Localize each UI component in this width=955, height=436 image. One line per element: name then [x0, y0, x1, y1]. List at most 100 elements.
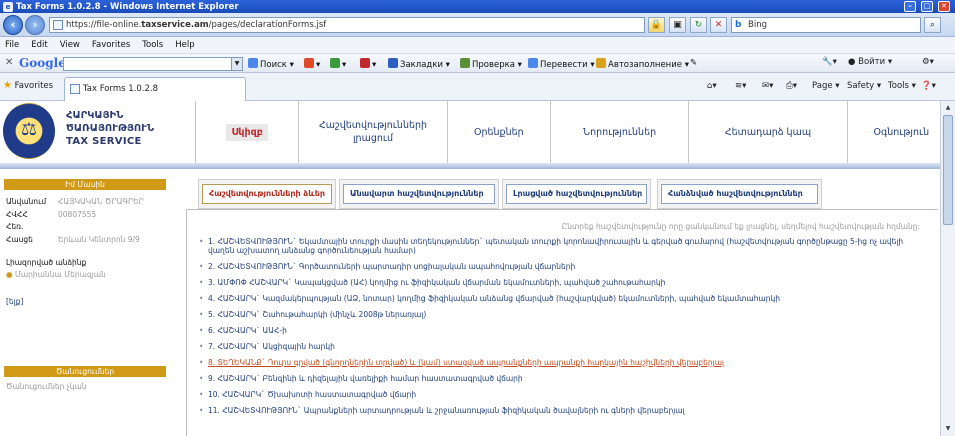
report-form-link[interactable]: 11. ՀԱՇՎԵՏՎՈՒԹՅՈՒՆ` Ապրանքների արտադրութ… — [199, 406, 924, 415]
translate-icon — [528, 58, 538, 68]
search-placeholder: Bing — [748, 20, 767, 30]
stop-icon[interactable]: ✕ — [710, 17, 727, 33]
help-icon[interactable]: ❓▾ — [921, 81, 936, 91]
bookmarks-button[interactable]: Закладки ▾ — [388, 58, 450, 70]
logo-text: ՀԱՐԿԱՅԻՆ ԾԱՌԱՅՈՒԹՅՈՒՆ TAX SERVICE — [66, 109, 154, 148]
nav-home[interactable]: Սկիզբ — [195, 101, 298, 163]
report-form-link[interactable]: 4. ՀԱՇՎԱՐԿ` Կազմակերպության (ԱՁ, նոտար) … — [199, 294, 924, 303]
favorites-button[interactable]: ★ Favorites — [3, 80, 53, 91]
scroll-thumb[interactable] — [943, 115, 953, 225]
menu-tools[interactable]: Tools — [142, 40, 163, 50]
scroll-down-icon[interactable]: ▼ — [943, 424, 953, 434]
close-window-button[interactable]: ✕ — [938, 1, 950, 12]
report-form-link[interactable]: 6. ՀԱՇՎԱՐԿ` ԱԱՀ-ի — [199, 326, 924, 335]
ie-icon: e — [3, 1, 13, 12]
report-form-link-hovered[interactable]: 8. ՏԵՂԵԿԱՆՔ` Դուրս գրված (գնորդներին տրվ… — [199, 358, 924, 367]
menu-file[interactable]: File — [5, 40, 19, 50]
authorized-person-item[interactable]: ● Մարիաննա Մերազյան — [6, 270, 106, 279]
plus-icon — [330, 58, 340, 68]
field-address: Հասցե Երևան Կենտրոն 9/9 — [6, 235, 140, 244]
print-icon[interactable]: ⎙▾ — [786, 81, 797, 91]
nav-news[interactable]: Նորություններ — [549, 101, 688, 163]
scales-icon: ⚖ — [20, 119, 38, 140]
safety-menu-label: Safety — [847, 81, 875, 91]
bookmarks-label: Закладки — [400, 60, 443, 70]
nav-home-label: Սկիզբ — [226, 123, 268, 141]
report-form-link[interactable]: 10. ՀԱՇՎԱՐԿ` Ծխախոտի հաստատագրված վճարի — [199, 390, 924, 399]
nav-fill-reports[interactable]: Հաշվետվությունների լրացում — [298, 101, 446, 163]
report-form-link[interactable]: 2. ՀԱՇՎԵՏՎՈՒԹՅՈՒՆ` Գործատուների պարտադիր… — [199, 262, 924, 271]
back-button[interactable]: ‹ — [3, 15, 23, 35]
nav-laws[interactable]: Օրենքներ — [446, 101, 550, 163]
spellcheck-button[interactable]: Проверка ▾ — [460, 58, 522, 70]
scroll-up-icon[interactable]: ▲ — [943, 103, 953, 113]
page-menu-label: Page — [812, 81, 833, 91]
signin-button[interactable]: ● Войти ▾ — [848, 57, 892, 67]
chevron-down-icon[interactable]: ▼ — [231, 58, 242, 70]
report-form-link[interactable]: 5. ՀԱՇՎԱՐԿ` Շահութահարկի (մինչև 2008թ նե… — [199, 310, 924, 319]
tab-incomplete-reports[interactable]: Անավարտ հաշվետվություններ — [339, 179, 499, 209]
minimize-button[interactable]: – — [904, 1, 916, 12]
tab-submitted-reports[interactable]: Հանձնված հաշվետվություններ — [657, 179, 822, 209]
compat-view-icon[interactable]: ▣ — [669, 17, 686, 33]
report-form-link[interactable]: 1. ՀԱՇՎԵՏՎՈՒԹՅՈՒՆ` Եկամտային տուրքի մասի… — [199, 237, 924, 255]
field-phone: Հեռ. — [6, 222, 58, 231]
translate-button[interactable]: Перевести ▾ — [528, 58, 595, 70]
menu-favorites[interactable]: Favorites — [92, 40, 130, 50]
report-form-link[interactable]: 7. ՀԱՇՎԱՐԿ` Ակցիզային հարկի — [199, 342, 924, 351]
favorites-star-icon: ★ — [3, 80, 12, 91]
search-icon[interactable]: ⌕ — [924, 17, 941, 33]
tools-menu-label: Tools — [888, 81, 909, 91]
instruction-text: Ընտրեք հաշվետվությունը որը ցանկանում եք … — [561, 222, 920, 231]
home-icon[interactable]: ⌂▾ — [707, 81, 717, 91]
toolbar-share-icon[interactable]: ▾ — [304, 58, 320, 70]
report-form-list: 1. ՀԱՇՎԵՏՎՈՒԹՅՈՒՆ` Եկամտային տուրքի մասի… — [199, 237, 924, 422]
report-form-link[interactable]: 9. ՀԱՇՎԱՐԿ` Բենզինի և դիզելային վառելիքի… — [199, 374, 924, 383]
search-input[interactable]: b Bing — [731, 17, 921, 33]
logo-line3: TAX SERVICE — [66, 136, 142, 147]
maximize-button[interactable]: □ — [921, 1, 933, 12]
field-name-value: ՀԱՅԿԱԿԱՆ ԾՐԱԳՐԵՐ — [58, 197, 144, 206]
feeds-icon[interactable]: ≋▾ — [735, 81, 746, 91]
star-icon — [388, 58, 398, 68]
pencil-icon[interactable]: ✎ — [690, 58, 697, 68]
menu-help[interactable]: Help — [175, 40, 194, 50]
safety-menu[interactable]: Safety ▾ — [847, 81, 881, 91]
nav-help[interactable]: Օգնություն — [846, 101, 955, 163]
toolbar-plus-icon[interactable]: ▾ — [330, 58, 346, 70]
tools-menu[interactable]: Tools ▾ — [888, 81, 916, 91]
tab-page-icon — [70, 84, 80, 94]
toolbar-popup-icon[interactable]: ▾ — [360, 58, 376, 70]
close-toolbar-icon[interactable]: ✕ — [5, 57, 13, 68]
tab-filled-reports[interactable]: Լրացված հաշվետվություններ — [502, 179, 651, 209]
menu-view[interactable]: View — [60, 40, 80, 50]
autofill-button[interactable]: Автозаполнение ▾ — [596, 58, 689, 70]
menu-edit[interactable]: Edit — [31, 40, 47, 50]
google-search-button[interactable]: Поиск ▾ — [248, 58, 294, 70]
google-logo: Google — [19, 56, 66, 70]
search-icon — [248, 58, 258, 68]
logout-link[interactable]: [ելք] — [6, 297, 23, 306]
google-search-input[interactable]: ▼ — [63, 57, 243, 71]
report-form-link[interactable]: 3. ԱՄՓՈՓ ՀԱՇՎԱՐԿ` Կապակցված (ԱՀ) կողմից … — [199, 278, 924, 287]
wrench-icon[interactable]: 🔧▾ — [822, 57, 837, 67]
refresh-icon[interactable]: ↻ — [690, 17, 707, 33]
autofill-icon — [596, 58, 606, 68]
page-menu[interactable]: Page ▾ — [812, 81, 840, 91]
tab-report-forms[interactable]: Հաշվետվությունների ձևեր — [198, 179, 336, 209]
nav-news-label: Նորություններ — [583, 126, 657, 138]
google-search-label: Поиск — [260, 60, 287, 70]
messages-panel-title: Ծանուցումներ — [4, 366, 166, 377]
forward-button[interactable]: › — [25, 15, 45, 35]
vertical-scrollbar[interactable]: ▲ ▼ — [940, 101, 955, 436]
bing-icon: b — [735, 20, 742, 30]
lock-icon[interactable]: 🔒 — [648, 17, 665, 33]
url-input[interactable]: https://file-online.taxservice.am/pages/… — [49, 17, 645, 33]
toolbar-options-icon[interactable]: ⚙▾ — [922, 57, 934, 67]
browser-tab[interactable]: Tax Forms 1.0.2.8 — [64, 77, 246, 101]
field-address-label: Հասցե — [6, 235, 33, 244]
google-toolbar: ✕ Google ▼ Поиск ▾ ▾ ▾ ▾ Закладки ▾ Пров… — [0, 53, 955, 73]
mail-icon[interactable]: ✉▾ — [762, 81, 773, 91]
nav-feedback[interactable]: Հետադարձ կապ — [688, 101, 846, 163]
signin-label: Войти — [858, 57, 886, 67]
